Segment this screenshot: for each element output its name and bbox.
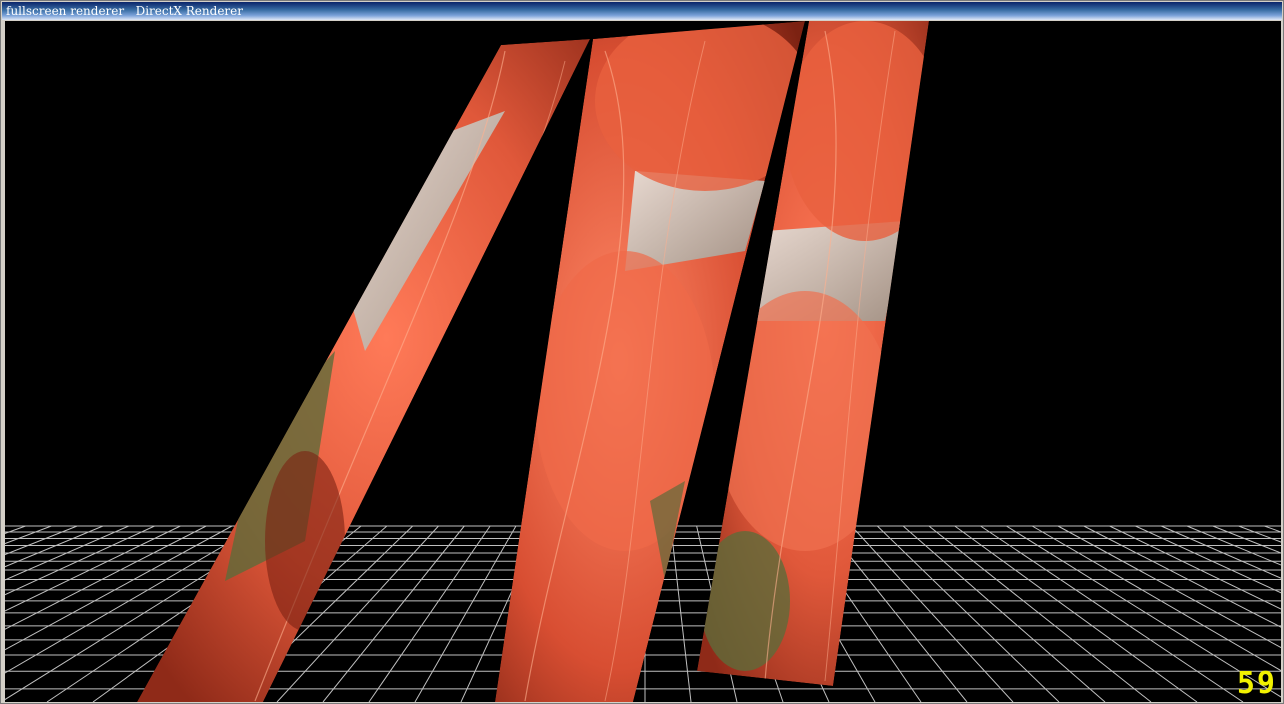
render-viewport[interactable]: 59 [5,21,1281,702]
title-bar[interactable]: fullscreen renderer DirectX Renderer [2,2,1282,20]
grid-line [5,525,78,556]
grid-line [5,525,104,568]
grid-line [5,525,52,545]
scene-canvas [5,21,1281,702]
grid-line [5,525,155,596]
grid-line [5,525,26,534]
grid-line [322,525,465,702]
grid-line [670,525,692,702]
grid-line [928,525,1152,702]
window-title: fullscreen renderer DirectX Renderer [6,4,243,18]
grid-line [876,525,1060,702]
grid-line [902,525,1106,702]
app-window: fullscreen renderer DirectX Renderer 59 [0,0,1284,704]
grid-line [5,525,129,581]
grid-line [954,525,1198,702]
fps-counter: 59 [1236,666,1277,701]
grid-line [851,525,1014,702]
grid-line [980,525,1244,702]
